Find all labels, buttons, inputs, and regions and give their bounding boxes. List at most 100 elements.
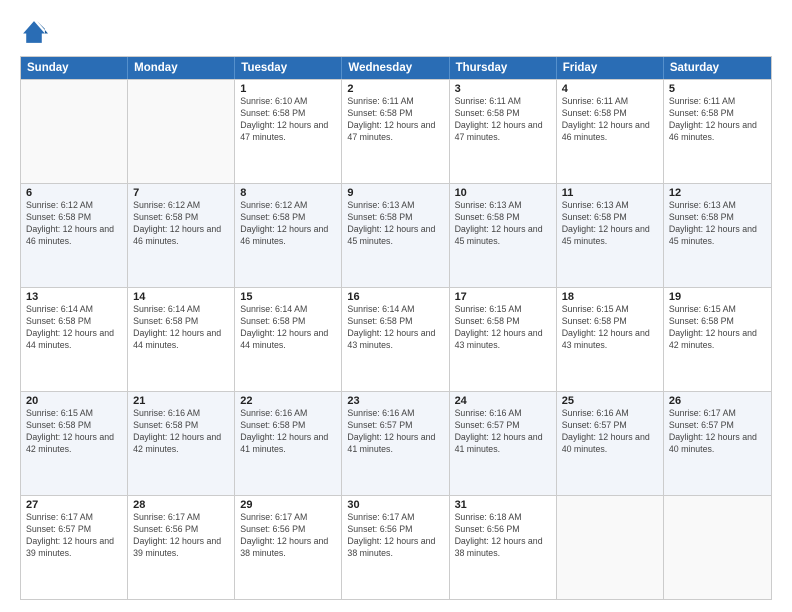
day-info: Sunrise: 6:15 AMSunset: 6:58 PMDaylight:… [455,304,551,352]
calendar-cell: 16Sunrise: 6:14 AMSunset: 6:58 PMDayligh… [342,288,449,391]
weekday-header: Tuesday [235,57,342,79]
calendar-cell: 4Sunrise: 6:11 AMSunset: 6:58 PMDaylight… [557,80,664,183]
calendar-cell: 30Sunrise: 6:17 AMSunset: 6:56 PMDayligh… [342,496,449,599]
calendar-cell: 28Sunrise: 6:17 AMSunset: 6:56 PMDayligh… [128,496,235,599]
day-number: 25 [562,395,658,407]
day-number: 13 [26,291,122,303]
day-number: 18 [562,291,658,303]
calendar-cell: 26Sunrise: 6:17 AMSunset: 6:57 PMDayligh… [664,392,771,495]
day-number: 20 [26,395,122,407]
day-number: 3 [455,83,551,95]
calendar-cell: 21Sunrise: 6:16 AMSunset: 6:58 PMDayligh… [128,392,235,495]
day-info: Sunrise: 6:13 AMSunset: 6:58 PMDaylight:… [347,200,443,248]
day-number: 9 [347,187,443,199]
calendar-cell: 22Sunrise: 6:16 AMSunset: 6:58 PMDayligh… [235,392,342,495]
day-info: Sunrise: 6:17 AMSunset: 6:56 PMDaylight:… [240,512,336,560]
calendar-body: 1Sunrise: 6:10 AMSunset: 6:58 PMDaylight… [21,79,771,599]
day-info: Sunrise: 6:13 AMSunset: 6:58 PMDaylight:… [669,200,766,248]
day-number: 8 [240,187,336,199]
weekday-header: Wednesday [342,57,449,79]
calendar-cell [664,496,771,599]
day-number: 19 [669,291,766,303]
day-info: Sunrise: 6:16 AMSunset: 6:57 PMDaylight:… [562,408,658,456]
day-info: Sunrise: 6:11 AMSunset: 6:58 PMDaylight:… [455,96,551,144]
day-number: 26 [669,395,766,407]
day-info: Sunrise: 6:14 AMSunset: 6:58 PMDaylight:… [240,304,336,352]
day-info: Sunrise: 6:14 AMSunset: 6:58 PMDaylight:… [26,304,122,352]
day-number: 6 [26,187,122,199]
day-info: Sunrise: 6:12 AMSunset: 6:58 PMDaylight:… [26,200,122,248]
day-number: 17 [455,291,551,303]
day-info: Sunrise: 6:14 AMSunset: 6:58 PMDaylight:… [347,304,443,352]
calendar-cell: 17Sunrise: 6:15 AMSunset: 6:58 PMDayligh… [450,288,557,391]
day-number: 24 [455,395,551,407]
calendar-cell: 19Sunrise: 6:15 AMSunset: 6:58 PMDayligh… [664,288,771,391]
calendar-row: 27Sunrise: 6:17 AMSunset: 6:57 PMDayligh… [21,495,771,599]
day-info: Sunrise: 6:16 AMSunset: 6:57 PMDaylight:… [455,408,551,456]
day-info: Sunrise: 6:17 AMSunset: 6:56 PMDaylight:… [133,512,229,560]
weekday-header: Thursday [450,57,557,79]
calendar-cell: 6Sunrise: 6:12 AMSunset: 6:58 PMDaylight… [21,184,128,287]
day-number: 29 [240,499,336,511]
day-info: Sunrise: 6:15 AMSunset: 6:58 PMDaylight:… [562,304,658,352]
day-info: Sunrise: 6:12 AMSunset: 6:58 PMDaylight:… [133,200,229,248]
day-number: 15 [240,291,336,303]
day-number: 16 [347,291,443,303]
page: SundayMondayTuesdayWednesdayThursdayFrid… [0,0,792,612]
weekday-header: Sunday [21,57,128,79]
day-info: Sunrise: 6:15 AMSunset: 6:58 PMDaylight:… [26,408,122,456]
calendar-row: 6Sunrise: 6:12 AMSunset: 6:58 PMDaylight… [21,183,771,287]
calendar-row: 13Sunrise: 6:14 AMSunset: 6:58 PMDayligh… [21,287,771,391]
calendar-header: SundayMondayTuesdayWednesdayThursdayFrid… [21,57,771,79]
calendar-cell: 7Sunrise: 6:12 AMSunset: 6:58 PMDaylight… [128,184,235,287]
calendar-cell [128,80,235,183]
header [20,18,772,46]
calendar-cell: 2Sunrise: 6:11 AMSunset: 6:58 PMDaylight… [342,80,449,183]
calendar-cell: 10Sunrise: 6:13 AMSunset: 6:58 PMDayligh… [450,184,557,287]
calendar-cell: 13Sunrise: 6:14 AMSunset: 6:58 PMDayligh… [21,288,128,391]
calendar: SundayMondayTuesdayWednesdayThursdayFrid… [20,56,772,600]
day-info: Sunrise: 6:16 AMSunset: 6:58 PMDaylight:… [240,408,336,456]
day-info: Sunrise: 6:16 AMSunset: 6:58 PMDaylight:… [133,408,229,456]
day-info: Sunrise: 6:17 AMSunset: 6:56 PMDaylight:… [347,512,443,560]
calendar-cell: 24Sunrise: 6:16 AMSunset: 6:57 PMDayligh… [450,392,557,495]
day-number: 31 [455,499,551,511]
day-number: 27 [26,499,122,511]
calendar-cell: 25Sunrise: 6:16 AMSunset: 6:57 PMDayligh… [557,392,664,495]
calendar-cell: 11Sunrise: 6:13 AMSunset: 6:58 PMDayligh… [557,184,664,287]
calendar-cell: 20Sunrise: 6:15 AMSunset: 6:58 PMDayligh… [21,392,128,495]
day-number: 28 [133,499,229,511]
day-number: 14 [133,291,229,303]
day-number: 7 [133,187,229,199]
day-number: 11 [562,187,658,199]
calendar-cell: 1Sunrise: 6:10 AMSunset: 6:58 PMDaylight… [235,80,342,183]
day-info: Sunrise: 6:10 AMSunset: 6:58 PMDaylight:… [240,96,336,144]
weekday-header: Saturday [664,57,771,79]
calendar-cell [557,496,664,599]
calendar-cell [21,80,128,183]
calendar-cell: 29Sunrise: 6:17 AMSunset: 6:56 PMDayligh… [235,496,342,599]
day-number: 22 [240,395,336,407]
calendar-cell: 9Sunrise: 6:13 AMSunset: 6:58 PMDaylight… [342,184,449,287]
day-info: Sunrise: 6:11 AMSunset: 6:58 PMDaylight:… [562,96,658,144]
day-number: 2 [347,83,443,95]
day-info: Sunrise: 6:12 AMSunset: 6:58 PMDaylight:… [240,200,336,248]
day-info: Sunrise: 6:15 AMSunset: 6:58 PMDaylight:… [669,304,766,352]
logo [20,18,52,46]
day-info: Sunrise: 6:11 AMSunset: 6:58 PMDaylight:… [347,96,443,144]
logo-icon [20,18,48,46]
day-info: Sunrise: 6:17 AMSunset: 6:57 PMDaylight:… [669,408,766,456]
calendar-cell: 14Sunrise: 6:14 AMSunset: 6:58 PMDayligh… [128,288,235,391]
day-number: 21 [133,395,229,407]
day-info: Sunrise: 6:13 AMSunset: 6:58 PMDaylight:… [562,200,658,248]
calendar-cell: 8Sunrise: 6:12 AMSunset: 6:58 PMDaylight… [235,184,342,287]
calendar-row: 20Sunrise: 6:15 AMSunset: 6:58 PMDayligh… [21,391,771,495]
day-info: Sunrise: 6:16 AMSunset: 6:57 PMDaylight:… [347,408,443,456]
calendar-cell: 5Sunrise: 6:11 AMSunset: 6:58 PMDaylight… [664,80,771,183]
calendar-cell: 31Sunrise: 6:18 AMSunset: 6:56 PMDayligh… [450,496,557,599]
day-info: Sunrise: 6:18 AMSunset: 6:56 PMDaylight:… [455,512,551,560]
calendar-row: 1Sunrise: 6:10 AMSunset: 6:58 PMDaylight… [21,79,771,183]
day-number: 4 [562,83,658,95]
day-info: Sunrise: 6:17 AMSunset: 6:57 PMDaylight:… [26,512,122,560]
calendar-cell: 18Sunrise: 6:15 AMSunset: 6:58 PMDayligh… [557,288,664,391]
